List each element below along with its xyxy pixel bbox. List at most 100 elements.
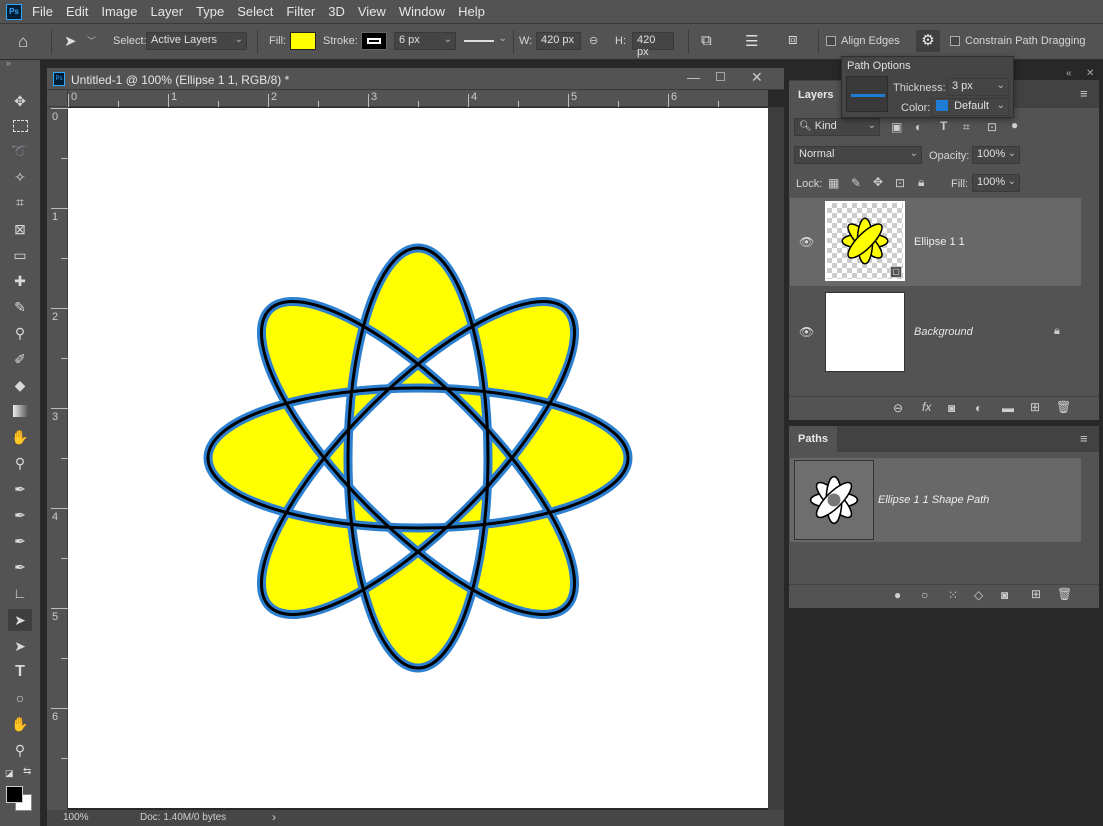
stroke-path-icon[interactable]: ○ [921, 588, 928, 602]
tab-layers[interactable]: Layers [789, 81, 843, 108]
fx-icon[interactable]: fx [922, 400, 931, 414]
align-edges-checkbox[interactable] [826, 36, 836, 46]
adjustment-layer-icon[interactable]: ◐ [975, 401, 982, 415]
lock-all-icon[interactable]: 🔒︎ [918, 175, 924, 190]
ellipse-shape[interactable] [68, 108, 768, 808]
history-brush-tool-icon[interactable]: ✐ [8, 348, 32, 370]
stroke-width-field[interactable]: 6 px ⌄ [394, 32, 456, 50]
direct-selection-tool-icon[interactable]: ➤ [64, 32, 77, 50]
freeform-pen-tool-icon[interactable]: ✒ [8, 504, 32, 526]
ellipse-tool-icon[interactable]: ○ [8, 687, 32, 709]
document-canvas[interactable] [68, 108, 768, 808]
horizontal-ruler[interactable]: 0 1 2 3 4 5 6 [68, 90, 768, 107]
shape-filter-icon[interactable]: ⌗ [963, 120, 970, 135]
move-tool-icon[interactable]: ✥ [8, 90, 32, 112]
delete-layer-icon[interactable]: 🗑︎ [1056, 400, 1071, 414]
clone-stamp-tool-icon[interactable]: ⚲ [8, 322, 32, 344]
tool-preset-chevron-icon[interactable]: ﹀ [87, 34, 96, 47]
menu-file[interactable]: File [32, 4, 53, 19]
add-anchor-point-tool-icon[interactable]: ✒ [8, 556, 32, 578]
crop-tool-icon[interactable]: ⌗ [8, 191, 32, 213]
curvature-pen-tool-icon[interactable]: ✒ [8, 530, 32, 552]
vertical-ruler[interactable]: 0 1 2 3 4 5 6 [47, 107, 68, 810]
menu-select[interactable]: Select [237, 4, 273, 19]
path-alignment-icon[interactable]: ☰ [745, 32, 758, 50]
path-row[interactable]: Ellipse 1 1 Shape Path [790, 458, 1081, 542]
menu-edit[interactable]: Edit [66, 4, 88, 19]
home-icon[interactable]: ⌂ [18, 32, 28, 52]
menu-layer[interactable]: Layer [151, 4, 184, 19]
document-tab[interactable]: Ps Untitled-1 @ 100% (Ellipse 1 1, RGB/8… [47, 68, 784, 90]
menu-filter[interactable]: Filter [286, 4, 315, 19]
close-icon[interactable]: ✕ [751, 69, 763, 86]
add-mask-icon[interactable]: ◙ [1001, 588, 1008, 602]
eraser-tool-icon[interactable]: ◆ [8, 374, 32, 396]
collapse-panels-icon[interactable]: « [1066, 68, 1072, 79]
minimize-icon[interactable]: — [687, 70, 700, 85]
lock-position-icon[interactable]: ✥ [873, 175, 883, 189]
type-tool-icon[interactable]: T [8, 661, 32, 683]
eyedropper-tool-icon[interactable]: ▭ [8, 244, 32, 266]
adjustment-filter-icon[interactable]: ◐ [915, 120, 922, 134]
tab-paths[interactable]: Paths [789, 426, 837, 452]
gradient-tool-icon[interactable] [8, 400, 32, 422]
visibility-eye-icon[interactable]: 👁︎ [799, 235, 814, 249]
load-as-selection-icon[interactable]: ⁙ [948, 588, 958, 602]
zoom-tool-icon[interactable]: ⚲ [8, 739, 32, 761]
panel-menu-icon[interactable]: ≡ [1080, 86, 1088, 101]
menu-type[interactable]: Type [196, 4, 224, 19]
pixel-filter-icon[interactable]: ▣ [891, 120, 902, 134]
menu-help[interactable]: Help [458, 4, 485, 19]
new-group-icon[interactable]: ▬ [1002, 401, 1014, 415]
type-filter-icon[interactable]: T [940, 119, 947, 133]
layer-row-ellipse[interactable]: 👁︎ ▢ Ellipse 1 1 [790, 198, 1081, 286]
menu-view[interactable]: View [358, 4, 386, 19]
lock-pixels-icon[interactable]: ✎ [851, 176, 861, 190]
swap-colors-icon[interactable]: ⇆ [23, 766, 31, 777]
lock-artboard-icon[interactable]: ⊡ [895, 176, 905, 190]
filter-kind-dropdown[interactable]: 🔍︎ Kind ⌄ [794, 118, 880, 136]
path-options-gear-icon[interactable]: ⚙ [916, 30, 940, 52]
marquee-tool-icon[interactable] [8, 115, 32, 137]
menu-window[interactable]: Window [399, 4, 445, 19]
path-name[interactable]: Ellipse 1 1 Shape Path [878, 494, 989, 506]
collapse-toolbar-icon[interactable]: » [6, 58, 11, 68]
direct-selection-tool-icon[interactable]: ➤ [8, 609, 32, 631]
blend-mode-dropdown[interactable]: Normal ⌄ [794, 146, 922, 164]
pen-tool-icon[interactable]: ✒ [8, 478, 32, 500]
zoom-level[interactable]: 100% [63, 812, 89, 823]
stroke-type-dropdown[interactable]: ⌄ [461, 32, 509, 50]
select-dropdown[interactable]: Active Layers ⌄ [146, 32, 247, 50]
close-panel-icon[interactable]: ✕ [1086, 68, 1094, 79]
path-operations-icon[interactable]: ⧉ [701, 32, 712, 49]
layer-name[interactable]: Background [914, 326, 973, 338]
height-field[interactable]: 420 px [632, 32, 674, 58]
fill-path-icon[interactable]: ● [894, 588, 901, 602]
vertical-scrollbar[interactable] [768, 107, 784, 810]
blur-tool-icon[interactable]: ✋ [8, 426, 32, 448]
path-selection-tool-icon[interactable]: ➤ [8, 635, 32, 657]
panel-menu-icon[interactable]: ≡ [1080, 431, 1088, 446]
make-work-path-icon[interactable]: ◇ [974, 588, 983, 602]
fill-swatch[interactable] [290, 32, 316, 50]
smart-object-filter-icon[interactable]: ⊡ [987, 120, 997, 134]
opacity-field[interactable]: 100% ⌄ [972, 146, 1020, 164]
maximize-icon[interactable]: ☐ [715, 70, 726, 84]
stroke-swatch[interactable] [361, 32, 387, 50]
layer-name[interactable]: Ellipse 1 1 [914, 236, 965, 248]
visibility-eye-icon[interactable]: 👁︎ [799, 325, 814, 339]
new-path-icon[interactable]: ⊞ [1031, 587, 1041, 601]
menu-3d[interactable]: 3D [328, 4, 345, 19]
layer-row-background[interactable]: 👁︎ Background 🔒︎ [790, 288, 1081, 376]
thickness-field[interactable]: 3 px ⌄ [947, 78, 1009, 96]
healing-brush-tool-icon[interactable]: ✚ [8, 270, 32, 292]
path-arrangement-icon[interactable]: ⧈ [788, 31, 798, 48]
link-layers-icon[interactable]: ⊖ [893, 401, 903, 415]
magic-wand-tool-icon[interactable]: ✧ [8, 166, 32, 188]
lock-transparency-icon[interactable]: ▦ [828, 176, 839, 190]
delete-path-icon[interactable]: 🗑︎ [1057, 587, 1072, 601]
hand-tool-icon[interactable]: ✋ [8, 713, 32, 735]
brush-tool-icon[interactable]: ✎ [8, 296, 32, 318]
lasso-tool-icon[interactable]: ➰ [8, 140, 32, 162]
add-mask-icon[interactable]: ◙ [948, 401, 955, 415]
